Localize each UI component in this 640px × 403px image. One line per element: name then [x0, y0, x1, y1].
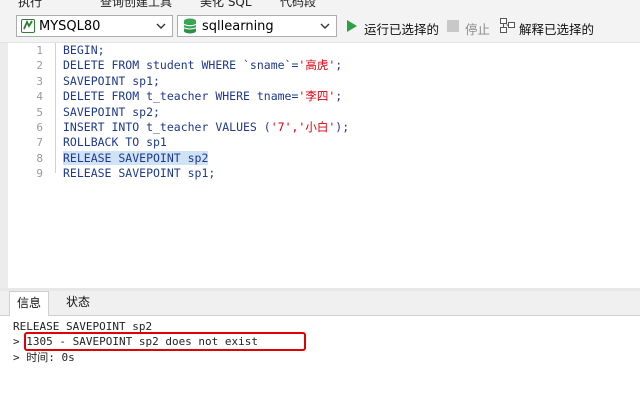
query-builder-button[interactable]: 查询创建工具 [100, 0, 172, 10]
code-line: INSERT INTO t_teacher VALUES ('7','小白'); [63, 119, 350, 134]
connection-select[interactable]: MYSQL80 [16, 15, 173, 37]
clipped-top-toolbar: 执行 查询创建工具 美化 SQL 代码段 [0, 0, 640, 12]
mysql-connection-icon [21, 19, 35, 33]
gutter-separator [55, 43, 56, 173]
line-number: 3 [36, 74, 43, 88]
stop-label: 停止 [465, 22, 491, 37]
sql-editor[interactable]: 1 2 3 4 5 6 7 8 9 BEGIN; DELETE FROM stu… [0, 43, 640, 288]
string-literal: '李四' [298, 89, 336, 104]
explain-selected-label: 解释已选择的 [519, 22, 595, 37]
line-number: 8 [36, 151, 43, 165]
play-icon [347, 20, 357, 32]
chevron-down-icon [320, 23, 330, 29]
code-line: RELEASE SAVEPOINT sp1; [63, 166, 216, 181]
database-icon [183, 18, 197, 34]
beautify-sql-button[interactable]: 美化 SQL [200, 0, 252, 10]
connection-label: MYSQL80 [39, 19, 101, 34]
string-literal: '7','小白' [270, 119, 336, 134]
tab-info[interactable]: 信息 [9, 291, 49, 316]
database-select[interactable]: sqllearning [177, 15, 337, 37]
line-number: 9 [36, 167, 43, 181]
code-line: SAVEPOINT sp2; [63, 104, 160, 119]
code-line: DELETE FROM t_teacher WHERE tname='李四'; [63, 89, 343, 104]
tab-status[interactable]: 状态 [56, 291, 100, 315]
code-line-selected: RELEASE SAVEPOINT sp2 [63, 150, 349, 166]
line-number: 7 [36, 136, 43, 150]
code-line: SAVEPOINT sp1; [63, 73, 160, 88]
text-selection: RELEASE SAVEPOINT sp2 [63, 150, 209, 165]
run-selected-label: 运行已选择的 [364, 22, 440, 37]
code-area[interactable]: BEGIN; DELETE FROM student WHERE `sname`… [63, 43, 349, 182]
line-number: 4 [36, 90, 43, 104]
chevron-down-icon [156, 23, 166, 29]
code-line: DELETE FROM student WHERE `sname`='高虎'; [63, 58, 343, 73]
query-toolbar: MYSQL80 sqllearning 运行已选择的 停止 解释已选择的 [0, 12, 640, 43]
line-number: 1 [36, 44, 43, 57]
line-number: 5 [36, 105, 43, 119]
explain-icon [500, 18, 515, 33]
code-line: ROLLBACK TO sp1 [63, 135, 167, 150]
line-number: 2 [36, 59, 43, 73]
code-snippet-button[interactable]: 代码段 [280, 0, 316, 10]
stop-icon [447, 20, 459, 32]
database-label: sqllearning [202, 19, 274, 34]
editor-fold-margin [0, 43, 8, 288]
execute-button[interactable]: 执行 [18, 0, 42, 10]
error-highlight-box [24, 332, 306, 351]
string-literal: '高虎' [298, 58, 336, 73]
code-line: BEGIN; [63, 43, 105, 57]
result-tabs: 信息 状态 [0, 291, 640, 316]
line-number: 6 [36, 120, 43, 134]
output-time: > 时间: 0s [13, 351, 75, 364]
line-number-gutter: 1 2 3 4 5 6 7 8 9 [10, 43, 47, 182]
